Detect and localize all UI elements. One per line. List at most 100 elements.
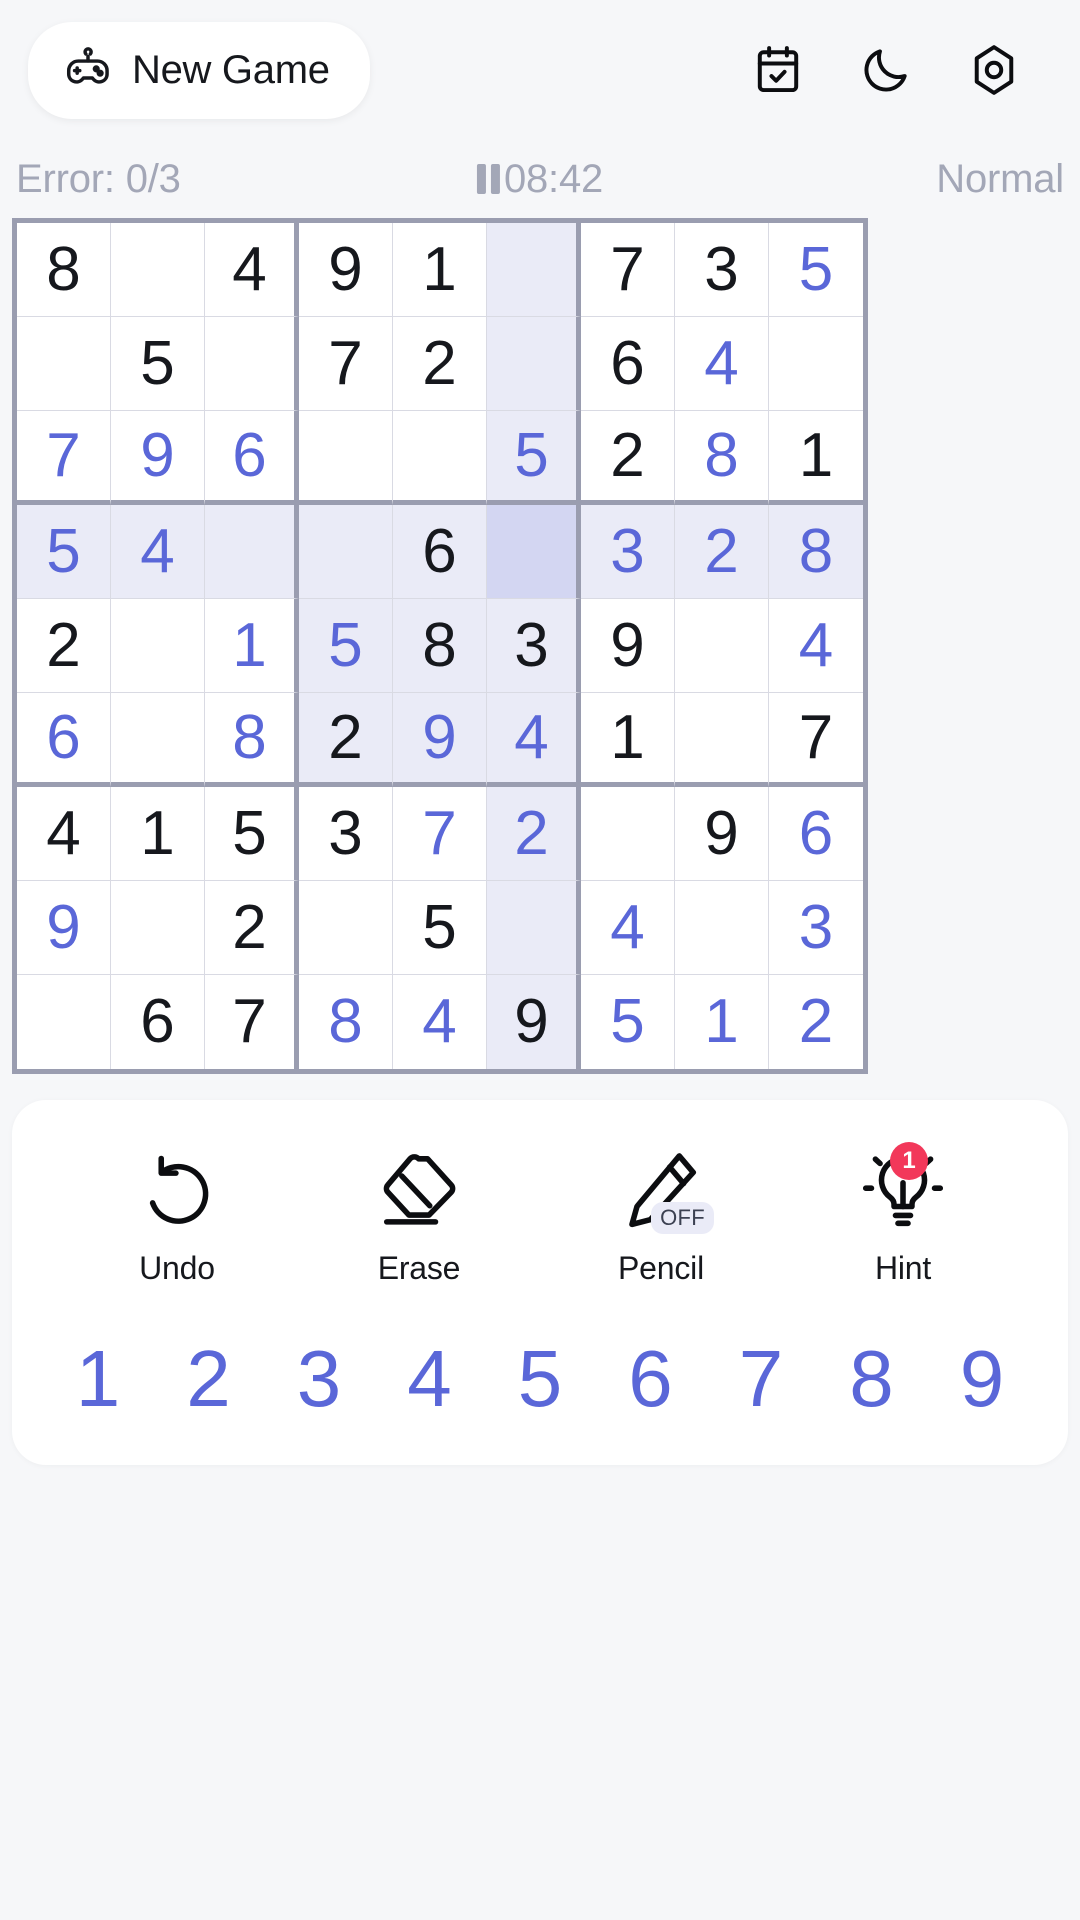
cell-r5-c6[interactable]: 3 [487,599,581,693]
cell-r1-c6[interactable] [487,223,581,317]
cell-r9-c7[interactable]: 5 [581,975,675,1069]
undo-button[interactable]: Undo [102,1144,252,1287]
pencil-button[interactable]: OFF Pencil [586,1144,736,1287]
cell-r4-c9[interactable]: 8 [769,505,863,599]
sudoku-board[interactable]: 8491735572647965281546328215839468294174… [12,218,868,1074]
cell-r2-c3[interactable] [205,317,299,411]
cell-r7-c4[interactable]: 3 [299,787,393,881]
cell-r1-c5[interactable]: 1 [393,223,487,317]
cell-r8-c4[interactable] [299,881,393,975]
cell-r6-c7[interactable]: 1 [581,693,675,787]
cell-r1-c2[interactable] [111,223,205,317]
cell-r7-c2[interactable]: 1 [111,787,205,881]
cell-r5-c2[interactable] [111,599,205,693]
cell-r6-c2[interactable] [111,693,205,787]
cell-r2-c5[interactable]: 2 [393,317,487,411]
cell-r8-c2[interactable] [111,881,205,975]
cell-r7-c1[interactable]: 4 [17,787,111,881]
cell-r9-c4[interactable]: 8 [299,975,393,1069]
cell-r5-c9[interactable]: 4 [769,599,863,693]
cell-r8-c6[interactable] [487,881,581,975]
cell-r4-c8[interactable]: 2 [675,505,769,599]
cell-r3-c3[interactable]: 6 [205,411,299,505]
cell-r6-c1[interactable]: 6 [17,693,111,787]
moon-icon[interactable] [858,42,914,98]
cell-r2-c7[interactable]: 6 [581,317,675,411]
cell-r4-c6[interactable] [487,505,581,599]
cell-r2-c9[interactable] [769,317,863,411]
cell-r1-c4[interactable]: 9 [299,223,393,317]
cell-r9-c8[interactable]: 1 [675,975,769,1069]
cell-r2-c1[interactable] [17,317,111,411]
cell-r3-c6[interactable]: 5 [487,411,581,505]
cell-r7-c9[interactable]: 6 [769,787,863,881]
cell-r7-c3[interactable]: 5 [205,787,299,881]
numpad-key-4[interactable]: 4 [390,1339,470,1419]
cell-r8-c8[interactable] [675,881,769,975]
cell-r5-c8[interactable] [675,599,769,693]
cell-r1-c8[interactable]: 3 [675,223,769,317]
cell-r8-c3[interactable]: 2 [205,881,299,975]
hint-button[interactable]: 1 Hint [828,1142,978,1287]
cell-r8-c5[interactable]: 5 [393,881,487,975]
cell-r4-c1[interactable]: 5 [17,505,111,599]
cell-r6-c5[interactable]: 9 [393,693,487,787]
cell-r1-c9[interactable]: 5 [769,223,863,317]
cell-r5-c7[interactable]: 9 [581,599,675,693]
numpad-key-5[interactable]: 5 [500,1339,580,1419]
cell-r8-c9[interactable]: 3 [769,881,863,975]
cell-r1-c1[interactable]: 8 [17,223,111,317]
cell-r3-c7[interactable]: 2 [581,411,675,505]
number-pad[interactable]: 123456789 [12,1287,1068,1419]
cell-r7-c6[interactable]: 2 [487,787,581,881]
cell-r4-c7[interactable]: 3 [581,505,675,599]
cell-r3-c5[interactable] [393,411,487,505]
cell-r3-c1[interactable]: 7 [17,411,111,505]
cell-r5-c1[interactable]: 2 [17,599,111,693]
cell-r3-c9[interactable]: 1 [769,411,863,505]
cell-r4-c5[interactable]: 6 [393,505,487,599]
cell-r6-c8[interactable] [675,693,769,787]
cell-r5-c4[interactable]: 5 [299,599,393,693]
cell-r4-c2[interactable]: 4 [111,505,205,599]
cell-r9-c1[interactable] [17,975,111,1069]
cell-r6-c9[interactable]: 7 [769,693,863,787]
cell-r6-c4[interactable]: 2 [299,693,393,787]
cell-r3-c4[interactable] [299,411,393,505]
pause-icon[interactable] [476,164,500,194]
gear-icon[interactable] [966,42,1022,98]
cell-r3-c2[interactable]: 9 [111,411,205,505]
cell-r9-c6[interactable]: 9 [487,975,581,1069]
cell-r2-c2[interactable]: 5 [111,317,205,411]
cell-r7-c5[interactable]: 7 [393,787,487,881]
cell-r8-c1[interactable]: 9 [17,881,111,975]
numpad-key-9[interactable]: 9 [942,1339,1022,1419]
cell-r9-c9[interactable]: 2 [769,975,863,1069]
erase-button[interactable]: Erase [344,1144,494,1287]
numpad-key-2[interactable]: 2 [169,1339,249,1419]
cell-r1-c3[interactable]: 4 [205,223,299,317]
numpad-key-7[interactable]: 7 [721,1339,801,1419]
cell-r4-c3[interactable] [205,505,299,599]
cell-r5-c3[interactable]: 1 [205,599,299,693]
cell-r1-c7[interactable]: 7 [581,223,675,317]
numpad-key-8[interactable]: 8 [832,1339,912,1419]
cell-r2-c6[interactable] [487,317,581,411]
numpad-key-3[interactable]: 3 [279,1339,359,1419]
cell-r6-c3[interactable]: 8 [205,693,299,787]
cell-r4-c4[interactable] [299,505,393,599]
cell-r9-c2[interactable]: 6 [111,975,205,1069]
numpad-key-6[interactable]: 6 [611,1339,691,1419]
cell-r5-c5[interactable]: 8 [393,599,487,693]
cell-r8-c7[interactable]: 4 [581,881,675,975]
new-game-button[interactable]: New Game [28,21,370,119]
numpad-key-1[interactable]: 1 [58,1339,138,1419]
cell-r2-c4[interactable]: 7 [299,317,393,411]
cell-r7-c7[interactable] [581,787,675,881]
cell-r9-c5[interactable]: 4 [393,975,487,1069]
cell-r3-c8[interactable]: 8 [675,411,769,505]
cell-r6-c6[interactable]: 4 [487,693,581,787]
cell-r2-c8[interactable]: 4 [675,317,769,411]
cell-r7-c8[interactable]: 9 [675,787,769,881]
calendar-check-icon[interactable] [750,42,806,98]
